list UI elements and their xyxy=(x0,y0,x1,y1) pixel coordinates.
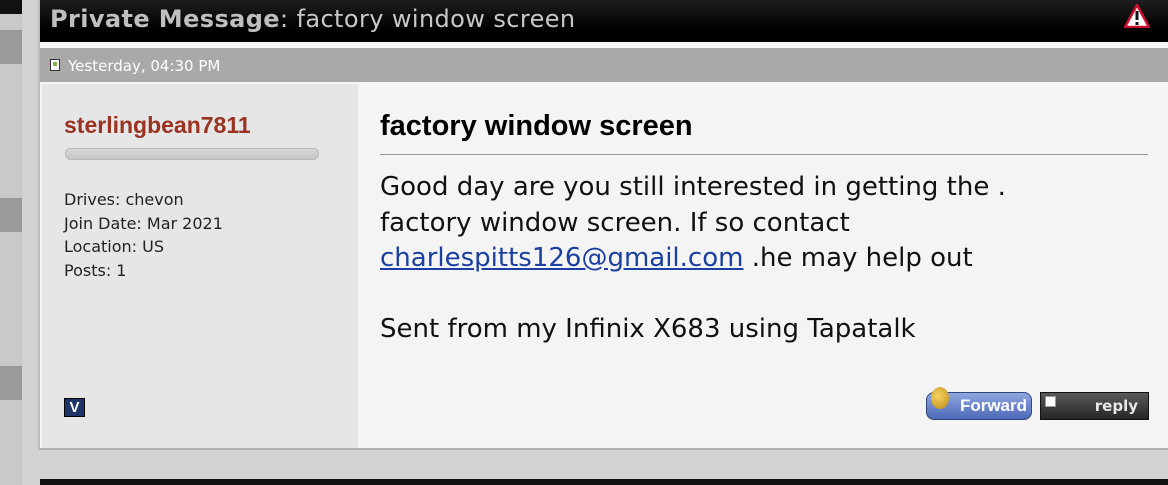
user-join-date: Join Date: Mar 2021 xyxy=(64,213,223,233)
post-document-icon xyxy=(50,59,60,71)
message-line-1: Good day are you still interested in get… xyxy=(380,172,1006,202)
user-drives: Drives: chevon xyxy=(64,190,184,209)
user-details: Drives: chevon Join Date: Mar 2021 Locat… xyxy=(64,188,223,282)
reply-arrow-icon xyxy=(1045,396,1056,407)
user-info-pane: sterlingbean7811 Drives: chevon Join Dat… xyxy=(42,84,358,448)
page-title: Private Message: factory window screen xyxy=(50,5,576,33)
forward-button[interactable]: Forward xyxy=(926,387,1032,420)
message-line-2: factory window screen. If so contact xyxy=(380,207,850,238)
username-link[interactable]: sterlingbean7811 xyxy=(64,112,251,139)
user-location: Location: US xyxy=(64,237,165,256)
v-badge-icon[interactable]: V xyxy=(64,398,85,417)
message-line-3-rest: .he may help out xyxy=(743,243,973,273)
message-body: Good day are you still interested in get… xyxy=(380,170,1160,347)
reputation-bar xyxy=(65,148,319,160)
subject-divider xyxy=(380,154,1148,155)
forward-label: Forward xyxy=(959,396,1027,415)
gutter-scroll-segment[interactable] xyxy=(0,30,22,64)
post-date: Yesterday, 04:30 PM xyxy=(68,57,221,75)
message-pane: factory window screen Good day are you s… xyxy=(358,84,1168,448)
message-title-bar: Private Message: factory window screen xyxy=(40,0,1168,42)
message-subject: factory window screen xyxy=(380,110,693,142)
post-date-bar: Yesterday, 04:30 PM xyxy=(40,48,1168,82)
message-signature: Sent from my Infinix X683 using Tapatalk xyxy=(380,313,916,344)
forward-icon xyxy=(931,387,949,409)
user-posts: Posts: 1 xyxy=(64,260,127,280)
reply-button[interactable]: reply xyxy=(1040,392,1149,420)
gutter-cap xyxy=(0,0,22,14)
next-post-bar xyxy=(40,479,1168,485)
gutter-scroll-segment[interactable] xyxy=(0,198,22,232)
gutter-scroll-segment[interactable] xyxy=(0,366,22,400)
title-prefix: Private Message xyxy=(50,5,280,33)
reply-label: reply xyxy=(1094,397,1138,415)
title-subject: : factory window screen xyxy=(279,5,576,33)
warning-triangle-icon[interactable] xyxy=(1124,4,1150,28)
email-link[interactable]: charlespitts126@gmail.com xyxy=(380,243,743,273)
message-line-3: charlespitts126@gmail.com .he may help o… xyxy=(380,241,1160,277)
left-scroll-gutter xyxy=(0,0,22,485)
